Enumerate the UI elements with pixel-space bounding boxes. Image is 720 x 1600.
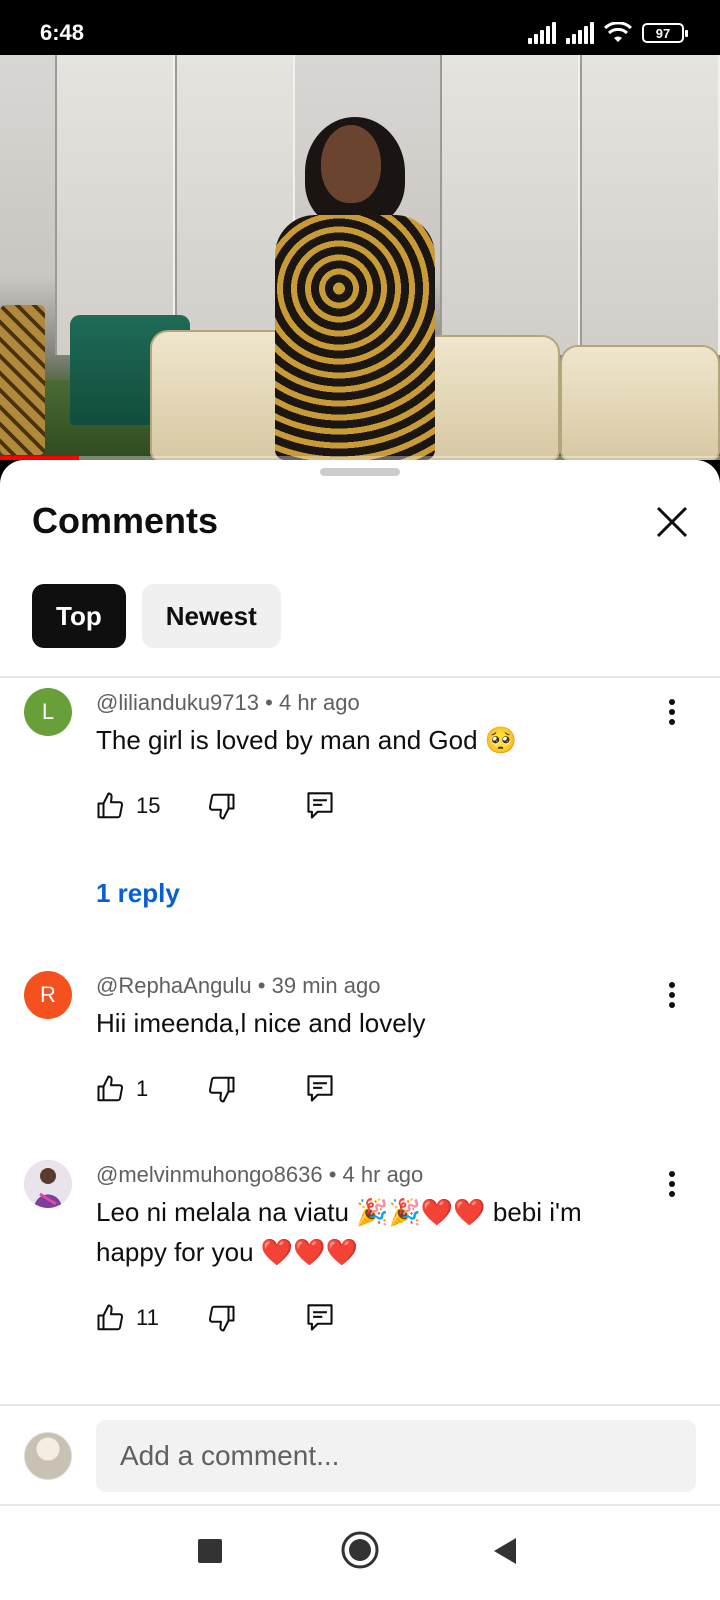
like-button[interactable]: 15 <box>96 791 160 821</box>
status-bar: 6:48 97 <box>0 0 720 55</box>
comment-time: 4 hr ago <box>342 1162 424 1187</box>
status-icons: 97 <box>528 22 688 44</box>
wifi-icon <box>604 22 632 42</box>
back-triangle-icon <box>494 1538 516 1564</box>
avatar[interactable]: L <box>24 688 72 736</box>
system-nav-bar <box>0 1506 720 1600</box>
status-time: 6:48 <box>40 20 85 45</box>
thumbs-up-icon <box>97 1075 124 1102</box>
home-circle-icon <box>341 1531 379 1569</box>
battery-level: 97 <box>655 25 671 41</box>
thumbs-down-icon <box>208 1076 235 1103</box>
comment-time: 39 min ago <box>271 973 381 998</box>
reply-icon <box>307 1304 333 1331</box>
video-subject <box>255 117 455 460</box>
gold-table <box>0 305 45 455</box>
comment-meta: @lilianduku9713 • 4 hr ago <box>96 690 360 716</box>
more-vertical-icon <box>669 982 675 1008</box>
avatar-photo <box>24 1160 72 1208</box>
signal-icon <box>566 22 594 44</box>
dislike-button[interactable] <box>206 1074 236 1104</box>
more-options-button[interactable] <box>654 977 690 1013</box>
comment-actions: 1 <box>96 1069 333 1109</box>
comment-text: Leo ni melala na viatu 🎉🎉❤️❤️ bebi i'm h… <box>96 1197 582 1267</box>
reply-button[interactable] <box>306 1074 334 1104</box>
reply-button[interactable] <box>306 791 334 821</box>
comment-text: Hii imeenda,l nice and lovely <box>96 1008 426 1038</box>
thumbs-up-icon <box>97 1304 124 1331</box>
divider <box>0 1404 720 1406</box>
comment-author[interactable]: @melvinmuhongo8636 <box>96 1162 323 1187</box>
wall-panel <box>55 55 175 355</box>
close-button[interactable] <box>648 498 696 546</box>
like-button[interactable]: 1 <box>96 1074 148 1104</box>
comment-actions: 11 <box>96 1298 333 1338</box>
cream-chair <box>560 345 720 460</box>
meta-separator: • <box>328 1162 343 1187</box>
wall-panel <box>440 55 580 355</box>
video-player[interactable] <box>0 55 720 460</box>
battery-icon: 97 <box>642 23 688 43</box>
add-comment-input[interactable] <box>96 1420 696 1492</box>
like-count: 15 <box>136 793 161 818</box>
signal-icon <box>528 22 556 44</box>
user-avatar[interactable] <box>24 1432 72 1480</box>
more-vertical-icon <box>669 699 675 725</box>
sheet-title: Comments <box>32 500 219 541</box>
comment-meta: @RephaAngulu • 39 min ago <box>96 973 380 999</box>
reply-icon <box>307 792 333 819</box>
back-button[interactable] <box>492 1536 518 1571</box>
comment-text: The girl is loved by man and God 🥺 <box>96 725 518 755</box>
comment-time: 4 hr ago <box>278 690 360 715</box>
divider <box>0 676 720 678</box>
more-vertical-icon <box>669 1171 675 1197</box>
tab-top[interactable]: Top <box>32 584 126 648</box>
more-options-button[interactable] <box>654 694 690 730</box>
meta-separator: • <box>257 973 272 998</box>
dislike-button[interactable] <box>206 791 236 821</box>
wall-panel <box>580 55 720 355</box>
like-button[interactable]: 11 <box>96 1303 159 1333</box>
like-count: 1 <box>136 1076 149 1101</box>
view-replies-link[interactable]: 1 reply <box>96 878 180 909</box>
close-icon <box>656 506 688 538</box>
reply-button[interactable] <box>306 1303 334 1333</box>
comment-actions: 15 <box>96 786 333 826</box>
tab-newest[interactable]: Newest <box>141 584 281 648</box>
comment-author[interactable]: @RephaAngulu <box>96 973 252 998</box>
avatar[interactable]: R <box>24 971 72 1019</box>
comment-author[interactable]: @lilianduku9713 <box>96 690 259 715</box>
drag-handle[interactable] <box>320 468 400 476</box>
more-options-button[interactable] <box>654 1166 690 1202</box>
avatar[interactable] <box>24 1160 72 1208</box>
home-button[interactable] <box>340 1530 380 1575</box>
thumbs-down-icon <box>208 793 235 820</box>
thumbs-down-icon <box>208 1305 235 1332</box>
like-count: 11 <box>136 1305 159 1330</box>
square-icon <box>198 1539 222 1563</box>
dislike-button[interactable] <box>206 1303 236 1333</box>
sort-tabs: Top Newest <box>32 584 281 648</box>
reply-icon <box>307 1075 333 1102</box>
recents-button[interactable] <box>197 1538 223 1569</box>
meta-separator: • <box>265 690 279 715</box>
thumbs-up-icon <box>97 792 124 819</box>
comment-meta: @melvinmuhongo8636 • 4 hr ago <box>96 1162 423 1188</box>
